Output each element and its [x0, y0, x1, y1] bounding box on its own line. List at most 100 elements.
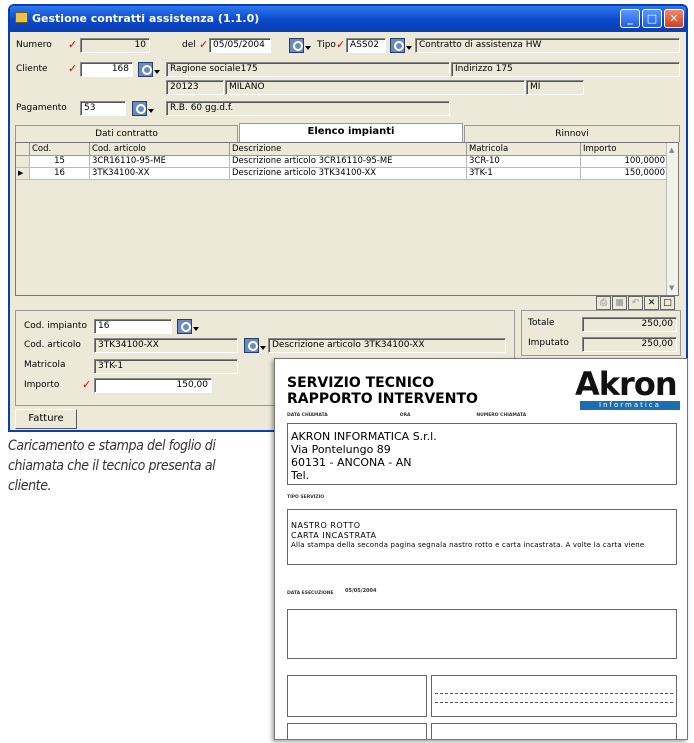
scroll-up-icon[interactable]: ▲ [669, 146, 674, 154]
table-cell[interactable]: 3TK-1 [467, 168, 581, 180]
dash-line [435, 693, 673, 694]
table-cell[interactable]: Descrizione articolo 3TK34100-XX [230, 168, 467, 180]
column-header[interactable]: Descrizione [230, 143, 467, 156]
search-icon [132, 101, 147, 116]
table-cell[interactable]: 150,0000 [581, 168, 668, 180]
motivo-line1: NASTRO ROTTO [291, 521, 361, 530]
totale-label: Totale [528, 318, 555, 328]
cod-articolo-lookup-button[interactable] [244, 338, 268, 354]
cod-impianto-lookup-button[interactable] [177, 319, 201, 335]
pagamento-lookup-button[interactable] [132, 101, 156, 117]
cliente-lookup-button[interactable] [138, 62, 162, 78]
client-name: AKRON INFORMATICA S.r.l. [291, 430, 437, 443]
pagamento-description: R.B. 60 gg.d.f. [166, 101, 450, 116]
column-header[interactable]: Cod. Impianto [30, 143, 90, 166]
cap-field: 20123 [166, 80, 224, 95]
akron-logo: Akron [575, 365, 678, 403]
tipo-lookup-button[interactable] [390, 38, 414, 54]
maximize-button[interactable]: □ [642, 9, 662, 28]
bottom-box-left [287, 723, 427, 739]
del-label: del [182, 40, 196, 50]
report-title-line1: SERVIZIO TECNICO [287, 375, 435, 391]
imputato-label: Imputato [528, 338, 569, 348]
cod-articolo-description: Descrizione articolo 3TK34100-XX [268, 338, 506, 353]
column-header[interactable]: Matricola [467, 143, 581, 156]
cliente-label: Cliente [16, 64, 48, 74]
cod-articolo-field: 3TK34100-XX [94, 338, 238, 353]
search-icon [289, 38, 304, 53]
chevron-down-icon [406, 46, 412, 50]
numero-label: Numero [16, 40, 52, 50]
report-title-line2: RAPPORTO INTERVENTO [287, 391, 478, 407]
dash-line [435, 702, 673, 703]
indirizzo-field: Indirizzo 175 [451, 62, 680, 77]
required-check-icon: ✓ [199, 38, 209, 51]
report-preview: SERVIZIO TECNICO RAPPORTO INTERVENTO Akr… [274, 358, 688, 740]
fatture-button[interactable]: Fatture [15, 409, 77, 429]
table-cell[interactable]: 16 [30, 168, 90, 180]
search-icon [390, 38, 405, 53]
grid-scrollbar[interactable]: ▲ ▼ [666, 143, 678, 295]
motivo-line2: CARTA INCASTRATA [291, 531, 377, 540]
totale-field: 250,00 [582, 317, 677, 332]
date-field[interactable]: 05/05/2004 [209, 38, 271, 53]
tipo-description: Contratto di assistenza HW [415, 38, 680, 53]
bottom-box-right [431, 723, 677, 739]
window-title: Gestione contratti assistenza (1.1.0) [32, 12, 260, 25]
imputato-field: 250,00 [582, 337, 677, 352]
row-indicator-header [16, 143, 30, 156]
report-date-label: DATA ESECUZIONE [287, 591, 334, 596]
date-lookup-button[interactable] [289, 38, 313, 54]
title-bar[interactable]: Gestione contratti assistenza (1.1.0) _ … [10, 6, 686, 32]
close-button[interactable]: ✕ [664, 9, 684, 28]
impianti-grid[interactable]: Cod. Impianto Cod. articolo Descrizione … [15, 142, 679, 296]
tab-rinnovi[interactable]: Rinnovi [464, 125, 680, 142]
pagamento-field[interactable]: 53 [80, 101, 126, 116]
matricola-label: Matricola [24, 360, 66, 370]
client-tel: Tel. [291, 469, 310, 482]
matricola-field: 3TK-1 [94, 359, 238, 374]
tipo-field[interactable]: ASS02 [346, 38, 386, 53]
table-cell[interactable]: 100,0000 [581, 156, 668, 168]
print-icon[interactable]: ⎙ [596, 296, 611, 310]
undo-icon[interactable]: ↶ [628, 296, 643, 310]
cod-articolo-label: Cod. articolo [24, 340, 81, 350]
tab-dati-contratto[interactable]: Dati contratto [15, 125, 238, 142]
app-icon [15, 12, 28, 23]
signature-box-left [287, 675, 427, 717]
required-check-icon: ✓ [82, 378, 92, 391]
tab-elenco-impianti[interactable]: Elenco impianti [239, 123, 463, 142]
table-cell[interactable]: 3CR16110-95-ME [90, 156, 230, 168]
cliente-field[interactable]: 168 [80, 62, 133, 77]
table-cell[interactable]: 3TK34100-XX [90, 168, 230, 180]
search-icon [244, 338, 259, 353]
importo-label: Importo [24, 380, 60, 390]
required-check-icon: ✓ [68, 38, 78, 51]
cod-impianto-field[interactable]: 16 [94, 319, 172, 334]
chevron-down-icon [260, 346, 266, 350]
table-cell[interactable]: 15 [30, 156, 90, 168]
required-check-icon: ✓ [336, 38, 346, 51]
client-city: 60131 - ANCONA - AN [291, 456, 412, 469]
numero-field[interactable]: 10 [80, 38, 150, 53]
chevron-down-icon [193, 327, 199, 331]
minimize-button[interactable]: _ [620, 9, 640, 28]
client-street: Via Pontelungo 89 [291, 443, 391, 456]
column-header[interactable]: Cod. articolo [90, 143, 230, 156]
motivo-line3: Alla stampa della seconda pagina segnala… [291, 541, 645, 549]
column-header[interactable]: Importo [581, 143, 668, 156]
table-cell[interactable]: 3CR-10 [467, 156, 581, 168]
current-row-arrow-icon: ▶ [16, 168, 30, 180]
save-icon[interactable]: ■ [612, 296, 627, 310]
new-icon[interactable]: □ [660, 296, 675, 310]
search-icon [138, 62, 153, 77]
table-cell[interactable]: Descrizione articolo 3CR16110-95-ME [230, 156, 467, 168]
tipo-label: Tipo [317, 40, 336, 50]
caption: Caricamento e stampa del foglio di chiam… [8, 438, 216, 494]
interventi-box [287, 609, 677, 659]
search-icon [177, 319, 192, 334]
ragione-sociale-field: Ragione sociale175 [166, 62, 450, 77]
importo-field[interactable]: 150,00 [94, 378, 212, 393]
delete-icon[interactable]: ✕ [644, 296, 659, 310]
scroll-down-icon[interactable]: ▼ [669, 284, 674, 292]
